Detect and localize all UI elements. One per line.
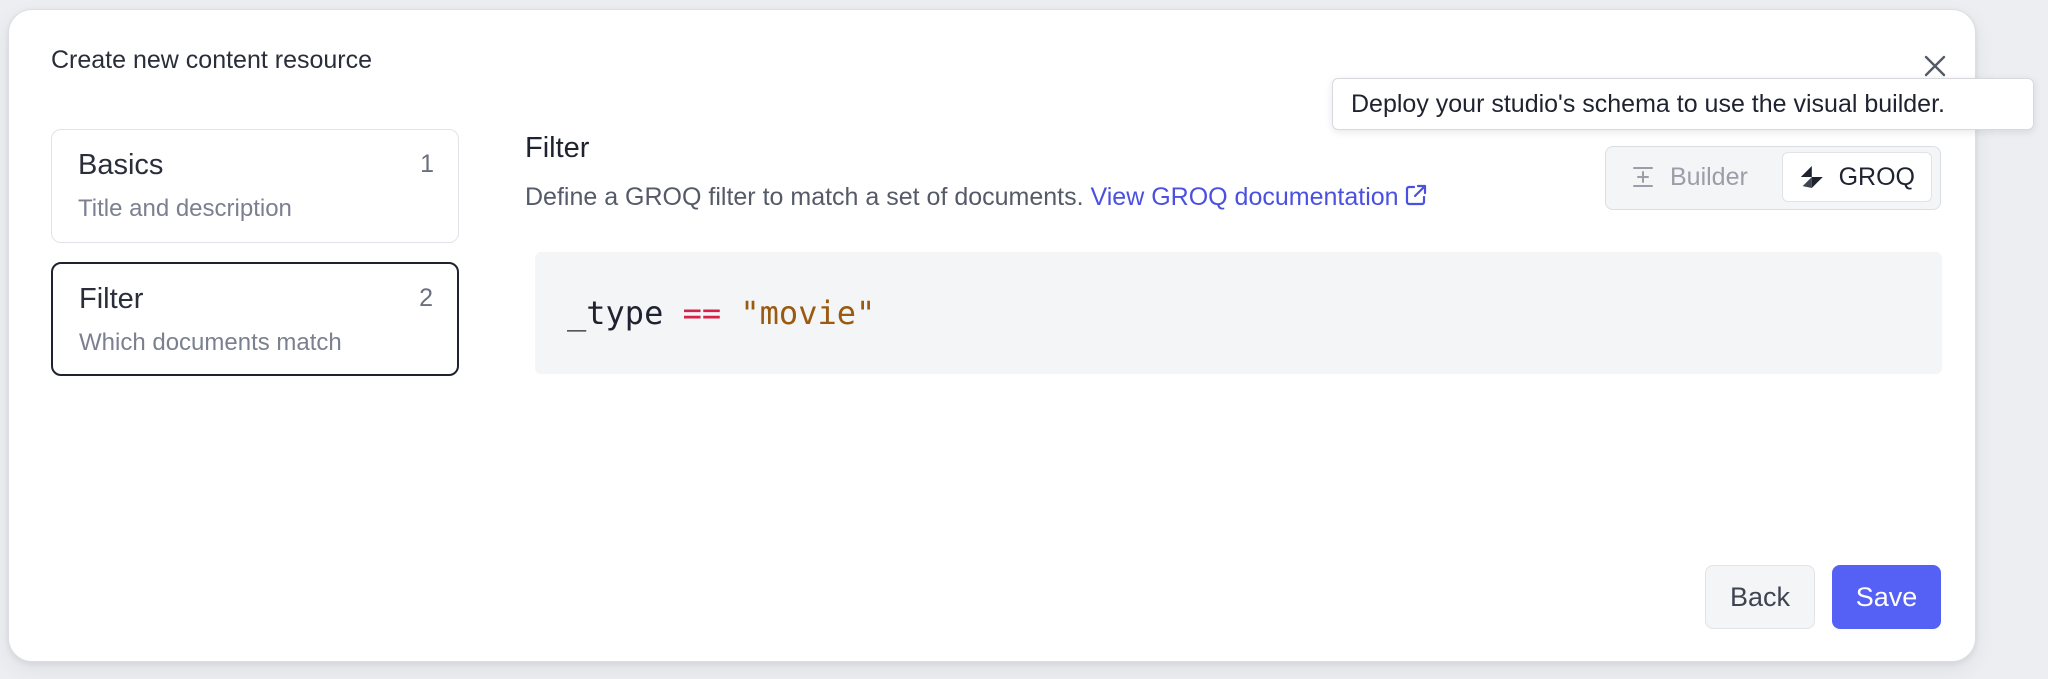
external-link-icon <box>1405 184 1426 206</box>
groq-docs-link[interactable]: View GROQ documentation <box>1091 183 1429 211</box>
groq-docs-link-label: View GROQ documentation <box>1090 183 1399 211</box>
groq-filter-editor[interactable]: _type == "movie" <box>535 252 1942 374</box>
save-button[interactable]: Save <box>1832 565 1941 629</box>
code-identifier: _type <box>567 294 664 332</box>
step-subtitle: Which documents match <box>79 328 342 356</box>
step-number: 2 <box>419 284 433 312</box>
visual-builder-tooltip: Deploy your studio's schema to use the v… <box>1332 78 2034 130</box>
dialog-title: Create new content resource <box>51 46 373 74</box>
step-number: 1 <box>420 150 434 178</box>
step-title: Basics <box>78 149 164 181</box>
groq-tab[interactable]: GROQ <box>1782 152 1932 202</box>
filter-mode-toggle: Builder GROQ <box>1605 146 1941 210</box>
groq-logo-icon <box>1800 166 1823 188</box>
step-filter[interactable]: Filter 2 Which documents match <box>51 262 459 376</box>
builder-label: Builder <box>1670 162 1748 191</box>
section-description: Define a GROQ filter to match a set of d… <box>525 182 1429 212</box>
step-title: Filter <box>79 283 144 315</box>
back-button[interactable]: Back <box>1705 565 1815 629</box>
code-operator: == <box>682 294 722 332</box>
step-basics[interactable]: Basics 1 Title and description <box>51 129 459 243</box>
section-title: Filter <box>525 132 590 164</box>
groq-label: GROQ <box>1838 162 1915 191</box>
builder-icon <box>1633 167 1653 187</box>
code-string: "movie" <box>740 294 876 332</box>
step-subtitle: Title and description <box>78 194 292 222</box>
description-text: Define a GROQ filter to match a set of d… <box>525 183 1084 211</box>
close-icon <box>1924 55 1946 77</box>
builder-tab[interactable]: Builder <box>1614 152 1764 202</box>
